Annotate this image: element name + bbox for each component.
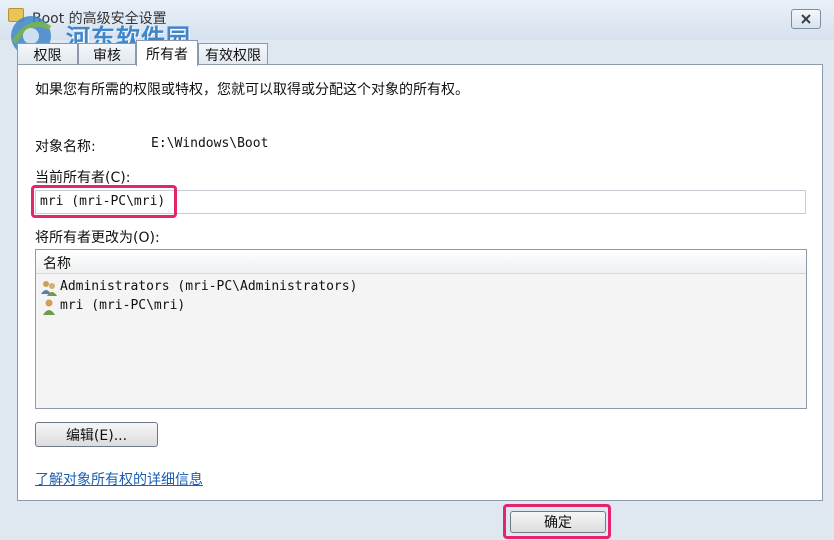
tab-label: 审核 [93, 47, 121, 64]
window-title: Boot 的高级安全设置 [32, 11, 167, 27]
list-column-header[interactable]: 名称 [36, 250, 806, 274]
edit-button-label: 编辑(E)... [65, 427, 128, 444]
user-icon [43, 299, 55, 315]
list-item-name: Administrators (mri-PC\Administrators) [60, 279, 358, 294]
title-bar: Boot 的高级安全设置 [0, 0, 834, 40]
tab-owner[interactable]: 所有者 [136, 40, 198, 66]
edit-button[interactable]: 编辑(E)... [35, 422, 158, 447]
list-item[interactable]: mri (mri-PC\mri) [40, 297, 800, 317]
current-owner-label: 当前所有者(C): [35, 170, 131, 186]
tab-effective-permissions[interactable]: 有效权限 [198, 43, 268, 65]
column-name-label: 名称 [43, 256, 71, 272]
learn-more-link[interactable]: 了解对象所有权的详细信息 [35, 469, 203, 489]
ok-button[interactable]: 确定 [510, 511, 606, 533]
object-name-label: 对象名称: [35, 139, 96, 155]
list-item-name: mri (mri-PC\mri) [60, 298, 186, 313]
current-owner-value: mri (mri-PC\mri) [40, 194, 166, 209]
intro-text: 如果您有所需的权限或特权，您就可以取得或分配这个对象的所有权。 [35, 82, 469, 98]
tab-permissions[interactable]: 权限 [17, 43, 78, 65]
list-item[interactable]: Administrators (mri-PC\Administrators) [40, 278, 800, 298]
current-owner-field[interactable]: mri (mri-PC\mri) [35, 190, 806, 214]
change-owner-label: 将所有者更改为(O): [35, 230, 160, 246]
folder-icon [8, 8, 24, 22]
object-name-value: E:\Windows\Boot [151, 136, 269, 151]
close-icon [801, 14, 811, 24]
owner-candidates-list[interactable]: 名称 Administrators (mri-PC\Administrators… [35, 249, 807, 409]
owner-tab-panel: 如果您有所需的权限或特权，您就可以取得或分配这个对象的所有权。 对象名称: E:… [17, 64, 823, 501]
tab-auditing[interactable]: 审核 [78, 43, 136, 65]
tab-label: 有效权限 [205, 47, 261, 64]
close-button[interactable] [791, 9, 821, 29]
group-users-icon [41, 281, 57, 296]
tab-label: 权限 [33, 47, 62, 64]
ok-button-label: 确定 [544, 515, 572, 531]
tab-label: 所有者 [146, 46, 188, 63]
